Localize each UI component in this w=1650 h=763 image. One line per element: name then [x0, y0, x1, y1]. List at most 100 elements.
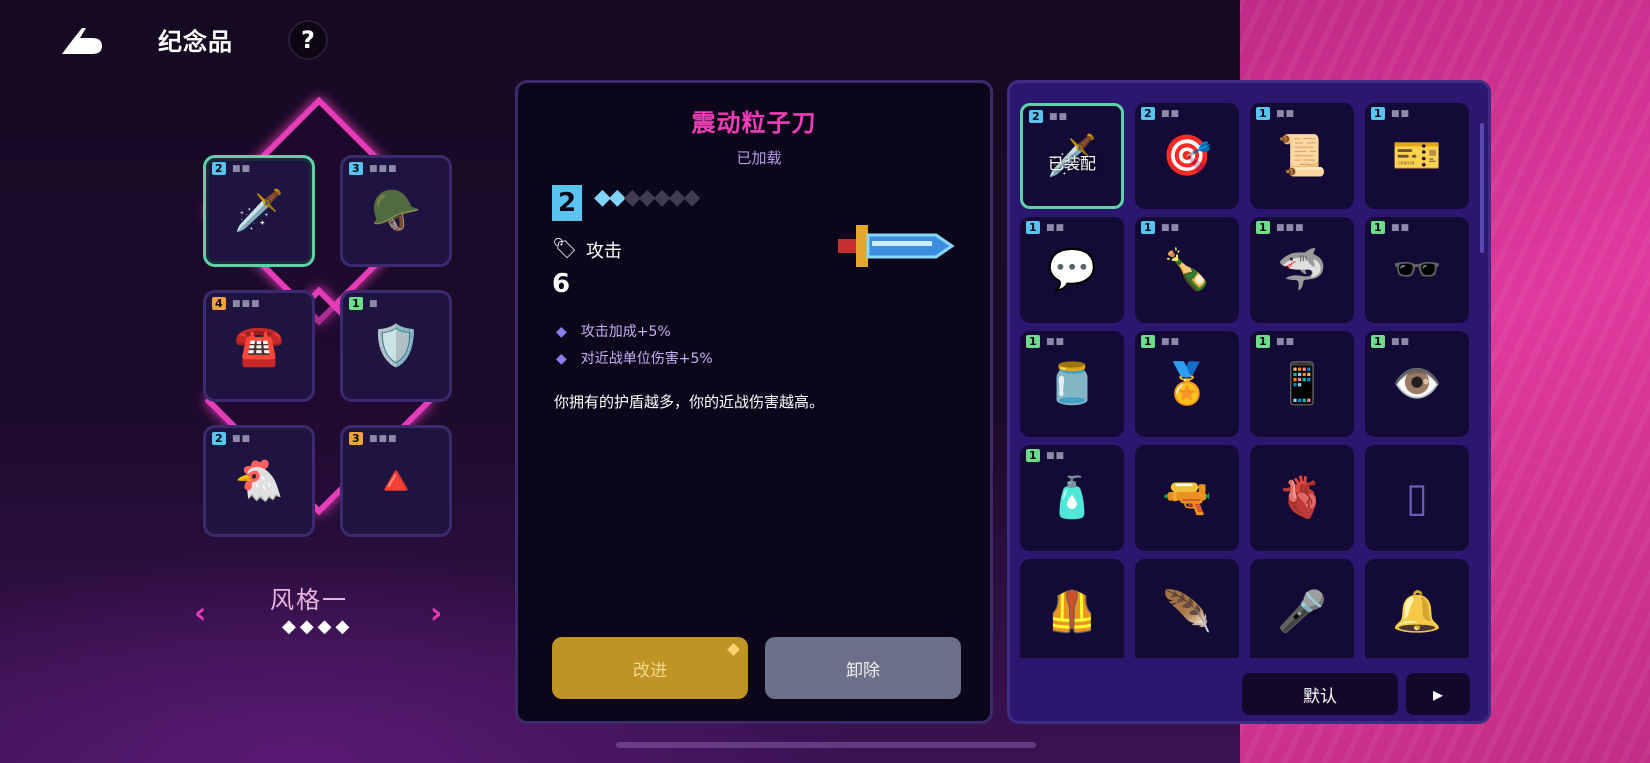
locked-feather-icon: 🪶 — [1162, 589, 1212, 635]
slot-level-badge: 4 — [212, 297, 226, 310]
build-slot[interactable]: 2 ■■ 🐔 — [203, 425, 315, 537]
inventory-item[interactable]: 1 ■■ 💬 — [1020, 217, 1124, 323]
inventory-panel: 2 ■■ 🗡️ 已装配 2 ■■ 🎯 1 ■■ 📜 1 ■■ 🎫 1 ■■ 💬 1 ■■ 🍾 1 ■■■ 🦈 1 ■■ 🕶️ 1 ■… — [1007, 80, 1491, 724]
sort-button[interactable]: ▸ — [1406, 673, 1470, 715]
build-slot[interactable]: 2 ■■ 🗡️ — [203, 155, 315, 267]
item-level-badge: 1 — [1256, 221, 1270, 234]
locked-mic-icon: 🎤 — [1277, 589, 1327, 635]
inventory-grid: 2 ■■ 🗡️ 已装配 2 ■■ 🎯 1 ■■ 📜 1 ■■ 🎫 1 ■■ 💬 1 ■■ 🍾 1 ■■■ 🦈 1 ■■ 🕶️ 1 ■… — [1020, 103, 1478, 658]
eye-creature-icon: 👁️ — [1392, 361, 1442, 407]
item-rarity-dots: ■■ — [1049, 112, 1069, 122]
item-rarity-dots: ■■ — [1276, 109, 1296, 119]
locked-heart-icon: 🫀 — [1277, 475, 1327, 521]
item-rarity-dots: ■■ — [1391, 337, 1411, 347]
help-button[interactable]: ? — [288, 20, 328, 60]
back-button[interactable] — [58, 24, 106, 58]
slot-rarity-dots: ■■ — [232, 164, 252, 174]
inventory-item[interactable]: 🔫 — [1135, 445, 1239, 551]
inventory-item[interactable]: 2 ■■ 🎯 — [1135, 103, 1239, 209]
inventory-item[interactable]: 1 ■■ 🧴 — [1020, 445, 1124, 551]
inventory-item[interactable]: 1 ■■ 📜 — [1250, 103, 1354, 209]
attack-tag-icon: 🏷 — [552, 236, 578, 260]
slot-rarity-dots: ■■■ — [232, 299, 261, 309]
item-level-badge: 1 — [1371, 335, 1385, 348]
inventory-item[interactable]: 1 ■■ 🎫 — [1365, 103, 1469, 209]
jar-icon: 🫙 — [1047, 361, 1097, 407]
scroll-icon: 📜 — [1277, 133, 1327, 179]
item-level-badge: 1 — [1026, 221, 1040, 234]
item-level-badge: 1 — [1371, 221, 1385, 234]
item-rarity-dots: ■■ — [1161, 223, 1181, 233]
item-level-badge: 1 — [1141, 221, 1155, 234]
remove-button[interactable]: 卸除 — [765, 637, 961, 699]
item-rarity-dots: ■■ — [1046, 451, 1066, 461]
inventory-item[interactable]: 1 ■■ 📱 — [1250, 331, 1354, 437]
inventory-item[interactable]: 🦺 — [1020, 559, 1124, 658]
item-level-badge: 2 — [1029, 110, 1043, 123]
bottle-icon: 🍾 — [1162, 247, 1212, 293]
upgrade-button[interactable]: 改进 — [552, 637, 748, 699]
triangle-amulet-icon: 🔺 — [371, 458, 421, 504]
effect-item: ◆ 攻击加成+5% — [556, 324, 671, 340]
stat-value: 6 — [552, 269, 571, 299]
telephone-icon: ☎️ — [234, 323, 284, 369]
item-level-badge: 1 — [1256, 107, 1270, 120]
inventory-item[interactable]: 🪶 — [1135, 559, 1239, 658]
next-style-arrow[interactable]: › — [430, 596, 442, 631]
build-slot[interactable]: 4 ■■■ ☎️ — [203, 290, 315, 402]
build-slot[interactable]: 3 ■■■ 🪖 — [340, 155, 452, 267]
item-status: 已加载 — [736, 149, 782, 167]
slot-level-badge: 2 — [212, 432, 226, 445]
inventory-item[interactable]: 2 ■■ 🗡️ 已装配 — [1020, 103, 1124, 209]
slot-level-badge: 3 — [349, 432, 363, 445]
effect-text: 攻击加成+5% — [580, 324, 671, 340]
shield-orb-icon: 🛡️ — [371, 323, 421, 369]
sword-icon — [838, 225, 955, 267]
item-rarity-dots: ■■ — [1046, 337, 1066, 347]
slot-rarity-dots: ■■■ — [369, 164, 398, 174]
upgrade-pips-empty: ◆◆◆◆◆ — [623, 185, 701, 210]
inventory-item[interactable]: ▯ — [1365, 445, 1469, 551]
inventory-item[interactable]: 1 ■■ 🫙 — [1020, 331, 1124, 437]
inventory-scrollbar[interactable] — [1480, 123, 1484, 253]
inventory-item[interactable]: 1 ■■■ 🦈 — [1250, 217, 1354, 323]
slot-level-badge: 3 — [349, 162, 363, 175]
page-title: 纪念品 — [158, 28, 233, 56]
style-name: 风格一 — [270, 586, 348, 614]
inventory-item[interactable]: 1 ■■ 🏅 — [1135, 331, 1239, 437]
inventory-item[interactable]: 1 ■■ 🍾 — [1135, 217, 1239, 323]
stat-label: 攻击 — [586, 241, 622, 262]
slot-rarity-dots: ■■ — [232, 434, 252, 444]
chat-card-icon: 💬 — [1047, 247, 1097, 293]
helmet-icon: 🪖 — [371, 188, 421, 234]
build-slot[interactable]: 3 ■■■ 🔺 — [340, 425, 452, 537]
slot-level-badge: 1 — [349, 297, 363, 310]
item-rarity-dots: ■■ — [1391, 109, 1411, 119]
inventory-item[interactable]: 1 ■■ 👁️ — [1365, 331, 1469, 437]
medal-icon: 🏅 — [1162, 361, 1212, 407]
item-detail-panel: 震动粒子刀 已加载 2 ◆◆◆◆◆◆◆ 🏷 攻击 6 ◆ 攻击加成+5% ◆ 对近战… — [515, 80, 993, 724]
sword-icon: 🗡️ — [234, 188, 284, 234]
inventory-item[interactable]: 🎤 — [1250, 559, 1354, 658]
upgrade-pips: ◆◆◆◆◆◆◆ — [594, 185, 701, 210]
ticket-icon: 🎫 — [1392, 133, 1442, 179]
phone-icon: 📱 — [1277, 361, 1327, 407]
locked-vest-icon: 🦺 — [1047, 589, 1097, 635]
item-rarity-dots: ■■■ — [1276, 223, 1305, 233]
locked-blaster-icon: 🔫 — [1162, 475, 1212, 521]
item-level-badge: 2 — [1141, 107, 1155, 120]
milk-bottle-icon: 🧴 — [1047, 475, 1097, 521]
item-name: 震动粒子刀 — [691, 109, 817, 137]
build-slot[interactable]: 1 ■ 🛡️ — [340, 290, 452, 402]
slot-rarity-dots: ■■■ — [369, 434, 398, 444]
shark-icon: 🦈 — [1277, 247, 1327, 293]
equipped-label: 已装配 — [1047, 154, 1096, 173]
slot-level-badge: 2 — [212, 162, 226, 175]
home-indicator — [616, 742, 1036, 748]
inventory-item[interactable]: 🔔 — [1365, 559, 1469, 658]
inventory-item[interactable]: 1 ■■ 🕶️ — [1365, 217, 1469, 323]
inventory-item[interactable]: 🫀 — [1250, 445, 1354, 551]
item-rarity-dots: ■■ — [1276, 337, 1296, 347]
prev-style-arrow[interactable]: ‹ — [194, 596, 206, 631]
default-button[interactable]: 默认 — [1242, 673, 1398, 715]
